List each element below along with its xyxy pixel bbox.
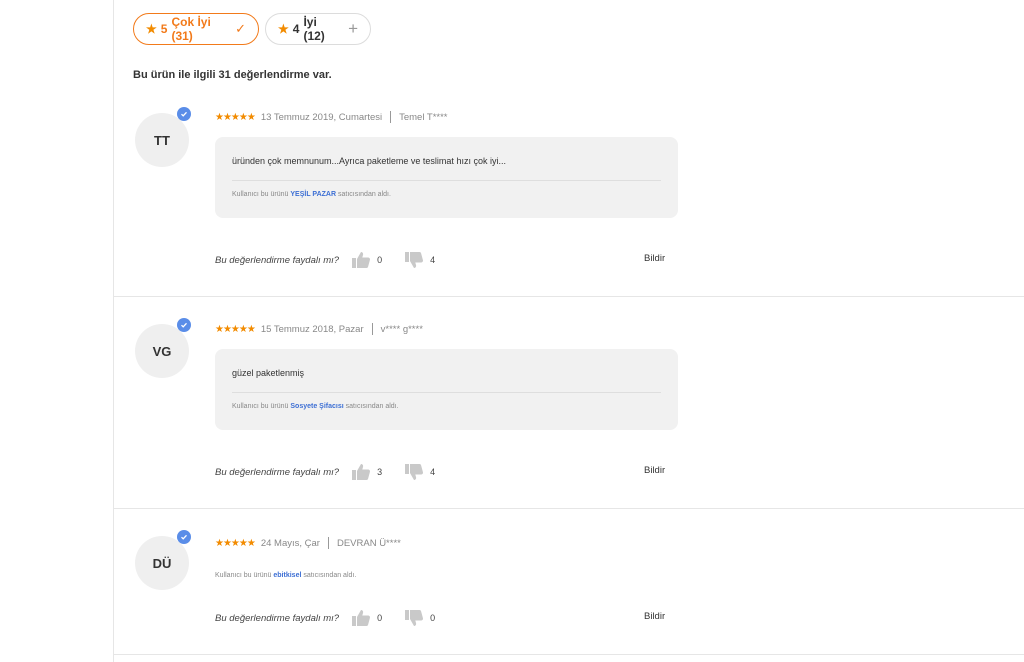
thumbs-up-button[interactable]: 0 xyxy=(351,609,382,627)
meta-separator xyxy=(371,323,373,335)
verified-badge-icon xyxy=(177,107,191,121)
comment-divider xyxy=(232,392,661,393)
avatar-initials: DÜ xyxy=(152,555,172,571)
thumbs-down-icon xyxy=(405,464,424,480)
review-card: TT ★★★★★ 13 Temmuz 2019, Cumartesi Temel… xyxy=(113,95,1024,297)
report-button[interactable]: Bildir xyxy=(644,465,665,476)
thumbs-down-icon xyxy=(405,252,424,268)
seller-link[interactable]: Sosyete Şifacısı xyxy=(290,403,343,410)
seller-suffix: satıcısından aldı. xyxy=(337,191,391,198)
helpful-question: Bu değerlendirme faydalı mı? xyxy=(215,466,340,478)
filter-rating: 4 xyxy=(292,22,300,36)
dislike-count: 0 xyxy=(430,613,436,623)
helpful-row: Bu değerlendirme faydalı mı? 3 4 xyxy=(215,463,457,481)
review-divider xyxy=(113,654,1024,655)
verified-badge-icon xyxy=(177,530,191,544)
rating-stars-icon: ★★★★★ xyxy=(215,537,256,549)
review-comment: üründen çok memnunum...Ayrıca paketleme … xyxy=(232,156,506,166)
thumbs-down-icon xyxy=(405,610,424,626)
thumbs-down-button[interactable]: 4 xyxy=(404,463,435,481)
filter-5-star-chip[interactable]: ★ 5 Çok İyi (31) ✓ xyxy=(133,13,259,45)
review-author: Temel T**** xyxy=(399,111,448,123)
review-count-summary: Bu ürün ile ilgili 31 değerlendirme var. xyxy=(133,69,332,81)
thumbs-down-button[interactable]: 4 xyxy=(404,251,435,269)
review-date: 13 Temmuz 2019, Cumartesi xyxy=(260,111,383,123)
dislike-count: 4 xyxy=(430,255,436,265)
star-icon: ★ xyxy=(278,22,289,36)
seller-prefix: Kullanıcı bu ürünü xyxy=(215,572,272,579)
seller-info: Kullanıcı bu ürünü Sosyete Şifacısı satı… xyxy=(232,403,399,410)
thumbs-up-icon xyxy=(352,464,371,480)
review-author: v**** g**** xyxy=(380,323,423,335)
filter-label: İyi (12) xyxy=(303,15,325,43)
seller-suffix: satıcısından aldı. xyxy=(303,572,357,579)
comment-divider xyxy=(232,180,661,181)
seller-suffix: satıcısından aldı. xyxy=(345,403,399,410)
meta-separator xyxy=(327,537,329,549)
helpful-question: Bu değerlendirme faydalı mı? xyxy=(215,612,340,624)
plus-icon: + xyxy=(348,19,358,38)
report-button[interactable]: Bildir xyxy=(644,253,665,264)
dislike-count: 4 xyxy=(430,467,436,477)
check-icon: ✓ xyxy=(235,21,246,36)
avatar-initials: VG xyxy=(152,343,172,359)
review-meta: ★★★★★ 13 Temmuz 2019, Cumartesi Temel T*… xyxy=(215,111,448,123)
filter-4-star-chip[interactable]: ★ 4 İyi (12) + xyxy=(265,13,371,45)
review-author: DEVRAN Ü**** xyxy=(336,537,401,549)
avatar: DÜ xyxy=(135,530,191,590)
review-comment-box: üründen çok memnunum...Ayrıca paketleme … xyxy=(215,137,678,218)
like-count: 3 xyxy=(377,467,383,477)
rating-stars-icon: ★★★★★ xyxy=(215,111,256,123)
thumbs-up-icon xyxy=(352,252,371,268)
avatar: TT xyxy=(135,107,191,167)
report-button[interactable]: Bildir xyxy=(644,611,665,622)
seller-prefix: Kullanıcı bu ürünü xyxy=(232,403,289,410)
seller-link[interactable]: ebitkisel xyxy=(273,572,301,579)
avatar: VG xyxy=(135,318,191,378)
review-date: 24 Mayıs, Çar xyxy=(260,537,320,549)
review-card: DÜ ★★★★★ 24 Mayıs, Çar DEVRAN Ü**** Kull… xyxy=(113,509,1024,655)
review-meta: ★★★★★ 24 Mayıs, Çar DEVRAN Ü**** xyxy=(215,537,401,549)
review-comment-box: güzel paketlenmiş Kullanıcı bu ürünü Sos… xyxy=(215,349,678,430)
thumbs-up-icon xyxy=(352,610,371,626)
review-card: VG ★★★★★ 15 Temmuz 2018, Pazar v**** g**… xyxy=(113,297,1024,509)
helpful-row: Bu değerlendirme faydalı mı? 0 4 xyxy=(215,251,457,269)
like-count: 0 xyxy=(377,613,383,623)
review-meta: ★★★★★ 15 Temmuz 2018, Pazar v**** g**** xyxy=(215,323,423,335)
meta-separator xyxy=(390,111,392,123)
filter-rating: 5 xyxy=(160,22,168,36)
star-icon: ★ xyxy=(146,22,157,36)
seller-link[interactable]: YEŞİL PAZAR xyxy=(290,191,336,198)
thumbs-up-button[interactable]: 3 xyxy=(351,463,382,481)
seller-prefix: Kullanıcı bu ürünü xyxy=(232,191,289,198)
seller-info: Kullanıcı bu ürünü YEŞİL PAZAR satıcısın… xyxy=(232,191,391,198)
avatar-initials: TT xyxy=(154,132,170,148)
verified-badge-icon xyxy=(177,318,191,332)
thumbs-up-button[interactable]: 0 xyxy=(351,251,382,269)
rating-stars-icon: ★★★★★ xyxy=(215,323,256,335)
rating-filters: ★ 5 Çok İyi (31) ✓ ★ 4 İyi (12) + xyxy=(133,13,371,45)
like-count: 0 xyxy=(377,255,383,265)
review-comment: güzel paketlenmiş xyxy=(232,368,305,378)
review-date: 15 Temmuz 2018, Pazar xyxy=(260,323,364,335)
helpful-question: Bu değerlendirme faydalı mı? xyxy=(215,254,340,266)
filter-label: Çok İyi (31) xyxy=(171,15,211,43)
thumbs-down-button[interactable]: 0 xyxy=(404,609,435,627)
seller-info: Kullanıcı bu ürünü ebitkisel satıcısında… xyxy=(215,572,356,579)
helpful-row: Bu değerlendirme faydalı mı? 0 0 xyxy=(215,609,457,627)
